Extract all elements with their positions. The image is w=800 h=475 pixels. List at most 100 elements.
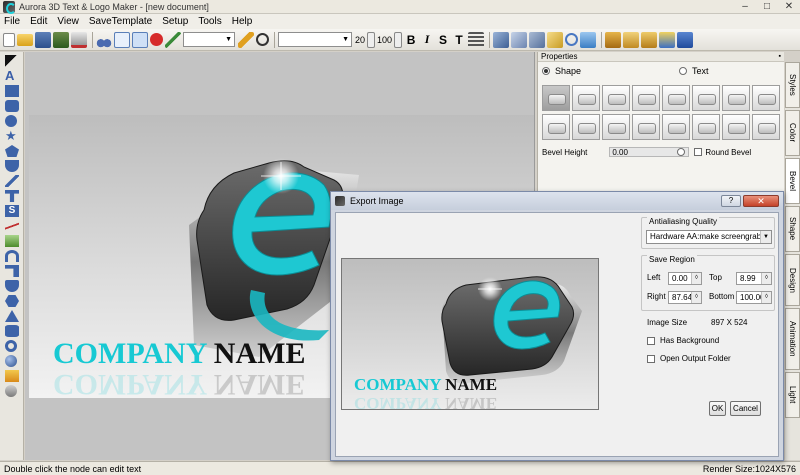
save-as-icon[interactable] xyxy=(53,31,69,48)
open-output-folder-option[interactable]: Open Output Folder xyxy=(647,354,731,363)
text-radio[interactable] xyxy=(679,67,688,75)
canvas-logo-text[interactable]: COMPANY NAME xyxy=(53,337,305,371)
bevel-style-4[interactable] xyxy=(632,85,660,111)
t-shape-tool-icon[interactable] xyxy=(5,190,19,202)
top-spinner[interactable]: 8.99 ◊ xyxy=(736,272,772,285)
s-shape-tool-icon[interactable]: S xyxy=(5,205,19,217)
bevel-style-14[interactable] xyxy=(692,114,720,140)
star-tool-icon[interactable]: ★ xyxy=(5,129,19,142)
print-icon[interactable] xyxy=(71,31,87,48)
bevel-style-13[interactable] xyxy=(662,114,690,140)
bevel-style-12[interactable] xyxy=(632,114,660,140)
play-icon[interactable] xyxy=(256,33,269,46)
bold-button[interactable]: B xyxy=(404,33,418,47)
font-family-select[interactable]: ▼ xyxy=(278,32,352,47)
bevel-style-7[interactable] xyxy=(722,85,750,111)
font-size-value[interactable]: 20 xyxy=(355,35,365,45)
tab-color[interactable]: Color xyxy=(785,110,800,156)
menu-edit[interactable]: Edit xyxy=(30,16,47,27)
sphere-tool-icon[interactable] xyxy=(5,355,17,367)
menu-setup[interactable]: Setup xyxy=(162,16,188,27)
paste-icon[interactable] xyxy=(132,31,148,48)
curve-tool-icon[interactable] xyxy=(5,220,19,232)
cube-icon[interactable] xyxy=(493,31,510,48)
image-tool-icon[interactable] xyxy=(5,235,19,247)
circle-tool-icon[interactable] xyxy=(5,115,17,127)
bevel-style-16[interactable] xyxy=(752,114,780,140)
tab-bevel[interactable]: Bevel xyxy=(785,158,800,204)
rotate-icon[interactable] xyxy=(565,33,579,46)
rectangle-tool-icon[interactable] xyxy=(5,85,19,97)
bevel-style-8[interactable] xyxy=(752,85,780,111)
has-background-checkbox[interactable] xyxy=(647,336,655,345)
zoom-spinner-icon[interactable] xyxy=(394,31,403,48)
bevel-style-2[interactable] xyxy=(572,85,600,111)
bevel-style-6[interactable] xyxy=(692,85,720,111)
pencil-icon[interactable] xyxy=(238,31,254,48)
cut-icon[interactable] xyxy=(96,31,112,48)
hexagon-tool-icon[interactable] xyxy=(5,295,19,307)
has-background-option[interactable]: Has Background xyxy=(647,336,719,345)
ok-button[interactable]: OK xyxy=(709,401,726,416)
bottom-spinner[interactable]: 100.00 ◊ xyxy=(736,291,772,304)
brush-icon[interactable] xyxy=(165,31,181,48)
dialog-help-button[interactable]: ? xyxy=(721,195,741,207)
triangle-tool-icon[interactable] xyxy=(5,310,19,322)
cylinder-tool-icon[interactable] xyxy=(5,325,19,337)
strikethrough-button[interactable]: S xyxy=(436,33,450,47)
menu-help[interactable]: Help xyxy=(232,16,253,27)
antialiasing-select[interactable]: Hardware AA:make screengrabs ▼ xyxy=(646,230,772,244)
properties-pin-icon[interactable]: ▪ xyxy=(779,52,784,61)
text-tool-icon[interactable]: A xyxy=(5,69,19,82)
save-icon[interactable] xyxy=(35,31,51,48)
paint-bucket-icon[interactable] xyxy=(659,31,676,48)
cube-edit-icon[interactable] xyxy=(511,31,528,48)
menu-view[interactable]: View xyxy=(57,16,79,27)
bevel-style-15[interactable] xyxy=(722,114,750,140)
layer-icon[interactable] xyxy=(677,31,694,48)
right-spinner[interactable]: 87.64 ◊ xyxy=(668,291,702,304)
menu-savetemplate[interactable]: SaveTemplate xyxy=(89,16,152,27)
select-arrow-icon[interactable] xyxy=(5,55,19,67)
text-special-button[interactable]: T xyxy=(452,33,466,47)
tab-animation[interactable]: Animation xyxy=(785,308,800,370)
cancel-button[interactable]: Cancel xyxy=(730,401,761,416)
bevel-style-10[interactable] xyxy=(572,114,600,140)
rounded-rect-tool-icon[interactable] xyxy=(5,100,19,112)
font-selector[interactable]: ▼ xyxy=(183,32,235,47)
zoom-value[interactable]: 100 xyxy=(377,35,392,45)
box-icon[interactable] xyxy=(547,31,564,48)
bevel-style-9[interactable] xyxy=(542,114,570,140)
shape-radio[interactable] xyxy=(542,67,550,75)
text-3d-icon[interactable] xyxy=(605,31,622,48)
bevel-style-11[interactable] xyxy=(602,114,630,140)
close-button[interactable]: ✕ xyxy=(782,1,796,13)
image-icon[interactable] xyxy=(580,31,597,48)
text-extrude-icon[interactable] xyxy=(641,31,658,48)
badge-tool-icon[interactable] xyxy=(5,280,19,292)
italic-button[interactable]: I xyxy=(420,32,434,47)
font-size-spinner-icon[interactable] xyxy=(367,31,376,48)
polygon-tool-icon[interactable] xyxy=(5,145,19,157)
tab-styles[interactable]: Styles xyxy=(785,62,800,108)
open-output-folder-checkbox[interactable] xyxy=(647,354,655,363)
maximize-button[interactable]: □ xyxy=(760,1,774,13)
menu-tools[interactable]: Tools xyxy=(198,16,221,27)
align-icon[interactable] xyxy=(468,31,485,48)
import-tool-icon[interactable] xyxy=(5,370,19,382)
tab-shape[interactable]: Shape xyxy=(785,206,800,252)
effects-tool-icon[interactable] xyxy=(5,385,17,397)
tab-light[interactable]: Light xyxy=(785,372,800,418)
text-rotate-icon[interactable] xyxy=(623,31,640,48)
left-spinner[interactable]: 0.00 ◊ xyxy=(668,272,702,285)
new-document-icon[interactable] xyxy=(3,32,15,47)
delete-icon[interactable] xyxy=(150,33,163,46)
round-bevel-checkbox[interactable] xyxy=(694,148,703,156)
pen-tool-icon[interactable] xyxy=(5,175,19,187)
bracket-tool-icon[interactable] xyxy=(5,265,19,277)
menu-file[interactable]: File xyxy=(4,16,20,27)
open-folder-icon[interactable] xyxy=(17,33,33,46)
tab-design[interactable]: Design xyxy=(785,254,800,306)
cube-shadow-icon[interactable] xyxy=(529,31,546,48)
bevel-style-3[interactable] xyxy=(602,85,630,111)
